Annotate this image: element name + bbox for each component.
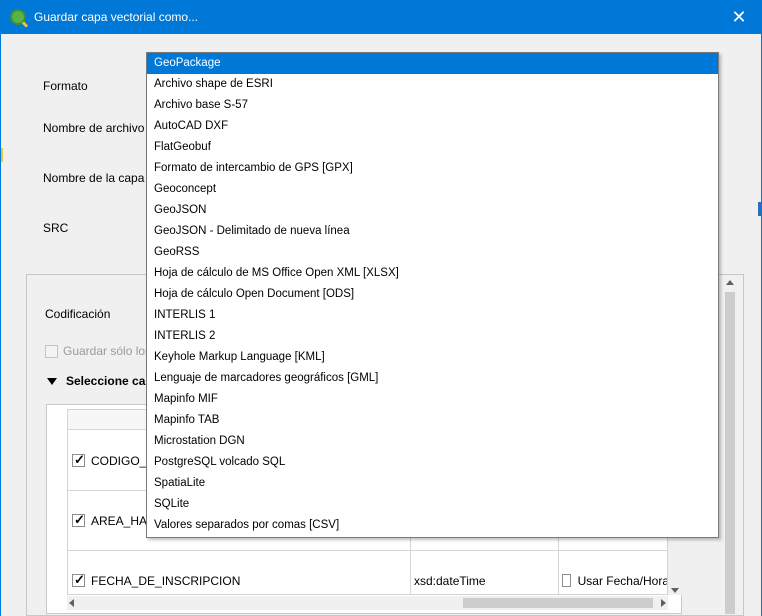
- use-datetime-checkbox[interactable]: [562, 574, 571, 587]
- format-option[interactable]: GeoJSON: [147, 200, 718, 221]
- format-option[interactable]: Archivo base S-57: [147, 95, 718, 116]
- format-option[interactable]: SQLite: [147, 494, 718, 515]
- scroll-right-icon[interactable]: [661, 599, 666, 607]
- scroll-left-icon[interactable]: [69, 599, 74, 607]
- field-name: CODIGO_E: [91, 453, 155, 468]
- format-option[interactable]: PostgreSQL volcado SQL: [147, 452, 718, 473]
- select-fields-label: Seleccione car: [66, 374, 151, 388]
- format-option[interactable]: Keyhole Markup Language [KML]: [147, 347, 718, 368]
- format-option[interactable]: INTERLIS 2: [147, 326, 718, 347]
- format-option[interactable]: GeoJSON - Delimitado de nueva línea: [147, 221, 718, 242]
- format-label: Formato: [43, 79, 88, 93]
- format-option[interactable]: Valores separados por comas [CSV]: [147, 515, 718, 536]
- format-option[interactable]: Hoja de cálculo Open Document [ODS]: [147, 284, 718, 305]
- table-horizontal-scrollbar[interactable]: [67, 596, 668, 610]
- table-row[interactable]: FECHA_DE_INSCRIPCION xsd:dateTime Usar F…: [68, 551, 668, 594]
- close-button[interactable]: ✕: [716, 0, 762, 34]
- title-bar: Guardar capa vectorial como... ✕: [0, 0, 762, 34]
- encoding-label: Codificación: [45, 307, 111, 321]
- format-option[interactable]: Lenguaje de marcadores geográficos [GML]: [147, 368, 718, 389]
- format-option[interactable]: AutoCAD DXF: [147, 116, 718, 137]
- field-checkbox[interactable]: [72, 572, 85, 588]
- format-option[interactable]: INTERLIS 1: [147, 305, 718, 326]
- field-type: xsd:dateTime: [414, 573, 486, 588]
- filename-label: Nombre de archivo: [43, 121, 145, 135]
- right-edge: [756, 34, 762, 616]
- format-option[interactable]: Archivo shape de ESRI: [147, 74, 718, 95]
- format-option[interactable]: Formato de intercambio de GPS [GPX]: [147, 158, 718, 179]
- scroll-thumb[interactable]: [463, 598, 653, 608]
- edge-marker: [758, 202, 761, 216]
- edge-marker: [0, 148, 3, 162]
- field-name: AREA_HA: [91, 513, 148, 528]
- collapse-triangle-icon[interactable]: [47, 377, 57, 385]
- format-option[interactable]: Mapinfo TAB: [147, 410, 718, 431]
- scroll-up-icon[interactable]: [726, 280, 734, 285]
- outer-vertical-scrollbar[interactable]: [722, 276, 738, 614]
- qgis-icon: [10, 9, 26, 25]
- scroll-down-icon[interactable]: [671, 588, 679, 593]
- format-option[interactable]: FlatGeobuf: [147, 137, 718, 158]
- format-option[interactable]: Mapinfo MIF: [147, 389, 718, 410]
- use-datetime-label: Usar Fecha/Hora: [577, 573, 668, 588]
- format-option[interactable]: Geoconcept: [147, 179, 718, 200]
- field-name: FECHA_DE_INSCRIPCION: [91, 573, 241, 588]
- save-selected-only-row[interactable]: Guardar sólo los c: [45, 344, 160, 358]
- window-title: Guardar capa vectorial como...: [34, 10, 199, 24]
- crs-label: SRC: [43, 221, 69, 235]
- format-option[interactable]: SpatiaLite: [147, 473, 718, 494]
- field-checkbox[interactable]: [72, 512, 85, 528]
- format-option[interactable]: Microstation DGN: [147, 431, 718, 452]
- format-option[interactable]: Hoja de cálculo de MS Office Open XML [X…: [147, 263, 718, 284]
- field-checkbox[interactable]: [72, 452, 85, 468]
- select-fields-toggle[interactable]: Seleccione car: [47, 374, 150, 388]
- format-option[interactable]: GeoRSS: [147, 242, 718, 263]
- layer-name-label: Nombre de la capa: [43, 171, 145, 185]
- scroll-thumb[interactable]: [725, 292, 735, 614]
- format-dropdown-list[interactable]: GeoPackage Archivo shape de ESRI Archivo b…: [146, 52, 719, 538]
- format-option[interactable]: GeoPackage: [147, 53, 718, 74]
- save-selected-only-checkbox[interactable]: [45, 344, 58, 358]
